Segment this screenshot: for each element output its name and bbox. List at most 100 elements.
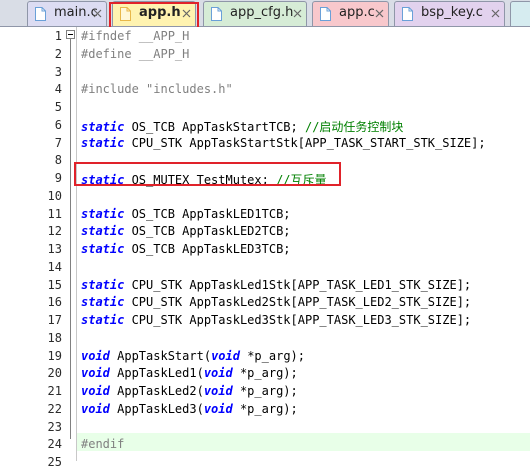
code-token: CPU_STK AppTaskLed2Stk[APP_TASK_LED2_STK… xyxy=(124,295,472,309)
fold-line xyxy=(70,38,71,439)
code-line[interactable]: static CPU_STK AppTaskLed2Stk[APP_TASK_L… xyxy=(81,295,471,309)
tab-main-c[interactable]: main.c xyxy=(27,1,107,26)
line-number: 20 xyxy=(47,366,62,380)
code-token: CPU_STK AppTaskLed1Stk[APP_TASK_LED1_STK… xyxy=(124,278,472,292)
code-line[interactable]: void AppTaskLed2(void *p_arg); xyxy=(81,384,298,398)
file-icon xyxy=(211,7,222,21)
close-icon[interactable] xyxy=(92,8,103,19)
tab-app-c[interactable]: app.c xyxy=(312,1,389,26)
code-token: void xyxy=(81,384,110,398)
code-token: void xyxy=(81,349,110,363)
code-token: void xyxy=(211,349,240,363)
code-token: *p_arg); xyxy=(232,384,298,398)
line-number: 8 xyxy=(54,153,62,167)
code-line[interactable]: static OS_TCB AppTaskLED3TCB; xyxy=(81,242,291,256)
code-token: AppTaskLed3( xyxy=(109,402,204,416)
line-number: 22 xyxy=(47,402,62,416)
code-token: //启动任务控制块 xyxy=(304,120,404,134)
code-token: *p_arg); xyxy=(232,402,298,416)
tab-bar: main.c app.h app_cfg.h app.c bsp_key.c xyxy=(0,0,530,27)
code-token: OS_TCB AppTaskLED3TCB; xyxy=(124,242,291,256)
code-token: AppTaskLed2( xyxy=(109,384,204,398)
code-token: #ifndef __APP_H xyxy=(81,29,190,43)
code-token: CPU_STK AppTaskStartStk[APP_TASK_START_S… xyxy=(124,136,486,150)
code-line[interactable]: #ifndef __APP_H xyxy=(81,29,189,43)
file-icon xyxy=(320,7,331,21)
code-token: AppTaskLed1( xyxy=(109,366,204,380)
code-line[interactable]: void AppTaskLed3(void *p_arg); xyxy=(81,402,298,416)
line-number: 6 xyxy=(54,118,62,132)
code-line[interactable]: #endif xyxy=(81,437,124,451)
file-icon xyxy=(120,7,131,21)
code-token: static xyxy=(81,278,125,292)
close-icon[interactable] xyxy=(292,8,303,19)
code-line[interactable]: static CPU_STK AppTaskStartStk[APP_TASK_… xyxy=(81,136,486,150)
line-number: 24 xyxy=(47,437,62,451)
code-token: *p_arg); xyxy=(232,366,298,380)
code-line[interactable]: static OS_TCB AppTaskLED2TCB; xyxy=(81,224,291,238)
line-number: 4 xyxy=(54,82,62,96)
close-icon[interactable] xyxy=(181,8,192,19)
line-number: 10 xyxy=(47,189,62,203)
line-number: 9 xyxy=(54,171,62,185)
code-token: void xyxy=(81,402,110,416)
code-token: void xyxy=(203,402,233,416)
tab-label: app.h xyxy=(139,5,181,20)
line-number: 16 xyxy=(47,295,62,309)
line-number: 3 xyxy=(54,65,62,79)
code-token: CPU_STK AppTaskLed3Stk[APP_TASK_LED3_STK… xyxy=(124,313,472,327)
file-icon xyxy=(35,7,46,21)
tab-label: app.c xyxy=(339,5,375,20)
line-number: 12 xyxy=(47,224,62,238)
close-icon[interactable] xyxy=(490,8,501,19)
code-line[interactable]: static OS_MUTEX TestMutex; //互斥量 xyxy=(81,171,327,188)
code-token: void xyxy=(203,366,233,380)
code-line[interactable]: static CPU_STK AppTaskLed1Stk[APP_TASK_L… xyxy=(81,278,471,292)
code-token: #include xyxy=(81,82,147,96)
code-token: OS_TCB AppTaskLED2TCB; xyxy=(124,224,291,238)
code-token: void xyxy=(203,384,233,398)
code-token: static xyxy=(81,120,125,134)
code-token: void xyxy=(81,366,110,380)
code-line[interactable]: void AppTaskStart(void *p_arg); xyxy=(81,349,305,363)
code-token: *p_arg); xyxy=(239,349,305,363)
code-line[interactable]: static OS_TCB AppTaskStartTCB; //启动任务控制块 xyxy=(81,118,403,135)
code-line[interactable]: #include "includes.h" xyxy=(81,82,233,96)
line-number: 21 xyxy=(47,384,62,398)
tab-bsp-key-c[interactable]: bsp_key.c xyxy=(394,1,505,26)
line-number: 14 xyxy=(47,260,62,274)
current-line-highlight xyxy=(77,433,530,451)
code-token: AppTaskStart( xyxy=(109,349,212,363)
line-number: 18 xyxy=(47,331,62,345)
code-token: static xyxy=(81,295,125,309)
code-token: #define __APP_H xyxy=(81,47,190,61)
code-token: static xyxy=(81,173,125,187)
line-number: 23 xyxy=(47,420,62,434)
line-number: 7 xyxy=(54,136,62,150)
code-token: OS_MUTEX TestMutex; xyxy=(124,173,277,187)
code-token: static xyxy=(81,313,125,327)
close-icon[interactable] xyxy=(374,8,385,19)
tab-label: app_cfg.h xyxy=(230,5,294,20)
code-line[interactable]: static CPU_STK AppTaskLed3Stk[APP_TASK_L… xyxy=(81,313,471,327)
tab-app-h[interactable]: app.h xyxy=(112,1,196,26)
line-number: 13 xyxy=(47,242,62,256)
code-token: static xyxy=(81,136,125,150)
line-number: 5 xyxy=(54,100,62,114)
tab-label: bsp_key.c xyxy=(421,5,483,20)
code-token: OS_TCB AppTaskStartTCB; xyxy=(124,120,305,134)
code-token: OS_TCB AppTaskLED1TCB; xyxy=(124,207,291,221)
code-line[interactable]: static OS_TCB AppTaskLED1TCB; xyxy=(81,207,291,221)
line-number: 2 xyxy=(54,47,62,61)
fold-toggle-icon[interactable] xyxy=(66,30,75,39)
tab-overflow[interactable] xyxy=(510,1,530,26)
code-line[interactable]: #define __APP_H xyxy=(81,47,189,61)
file-icon xyxy=(402,7,413,21)
line-number: 17 xyxy=(47,313,62,327)
code-token: static xyxy=(81,207,125,221)
tab-app-cfg-h[interactable]: app_cfg.h xyxy=(203,1,307,26)
code-line[interactable]: void AppTaskLed1(void *p_arg); xyxy=(81,366,298,380)
code-editor[interactable]: 1 #ifndef __APP_H 2 #define __APP_H 3 4 #inclu… xyxy=(0,27,530,469)
code-token: #endif xyxy=(81,437,125,451)
line-number: 11 xyxy=(47,207,62,221)
